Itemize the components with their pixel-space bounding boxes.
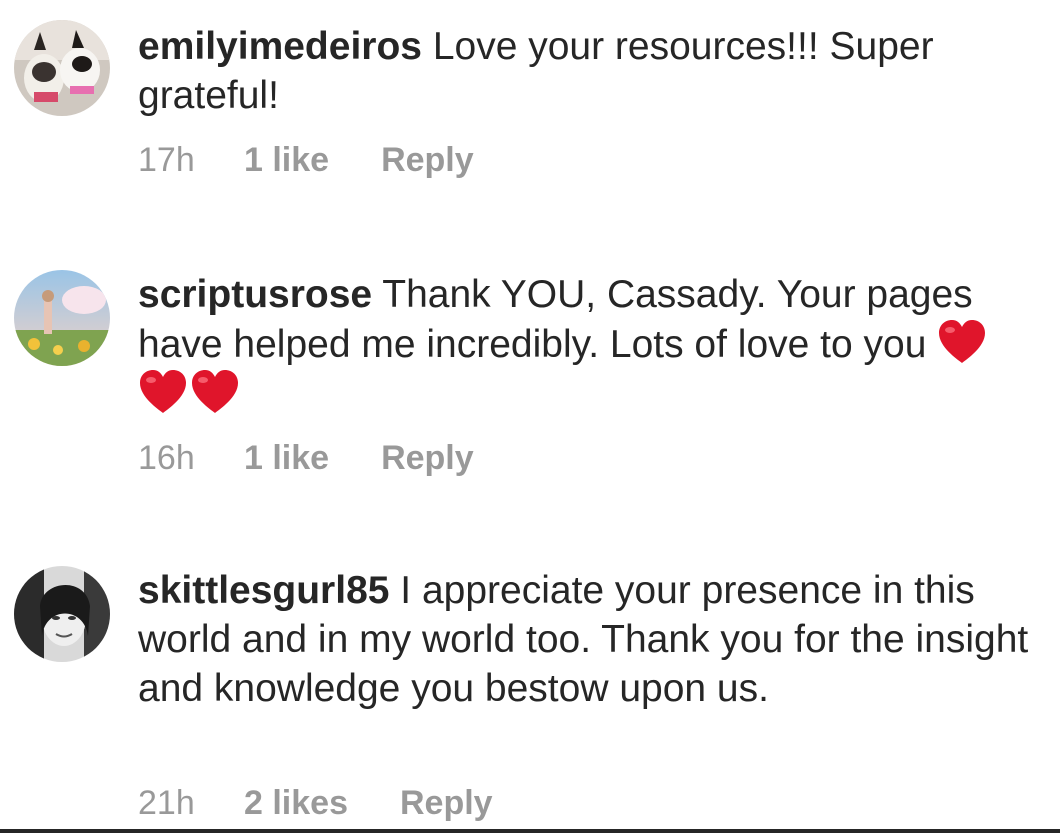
comment-username[interactable]: scriptusrose [138, 273, 372, 316]
comment-username[interactable]: emilyimedeiros [138, 25, 422, 68]
red-heart-icon [140, 370, 186, 413]
comment-text: skittlesgurl85 I appreciate your presenc… [138, 566, 1038, 713]
reply-button[interactable]: Reply [381, 438, 474, 478]
comment-timestamp: 16h [138, 439, 195, 477]
reply-button[interactable]: Reply [400, 783, 493, 823]
avatar-landscape-image [14, 270, 110, 366]
comment-likes[interactable]: 1 like [244, 438, 329, 478]
avatar[interactable] [14, 270, 110, 366]
comment-meta: 16h 1 like Reply [138, 438, 474, 478]
red-heart-icon [192, 370, 238, 413]
comment-timestamp: 21h [138, 784, 195, 822]
red-heart-icon [939, 320, 986, 363]
divider [0, 829, 1060, 833]
comment-text: emilyimedeiros Love your resources!!! Su… [138, 22, 1038, 120]
avatar[interactable] [14, 20, 110, 116]
reply-button[interactable]: Reply [381, 140, 474, 180]
comment-text: scriptusrose Thank YOU, Cassady. Your pa… [138, 270, 1038, 419]
avatar-portrait-image [14, 566, 110, 662]
comment-meta: 17h 1 like Reply [138, 140, 474, 180]
comment-likes[interactable]: 1 like [244, 140, 329, 180]
comment-meta: 21h 2 likes Reply [138, 783, 493, 823]
avatar[interactable] [14, 566, 110, 662]
comment-username[interactable]: skittlesgurl85 [138, 569, 389, 612]
avatar-dogs-image [14, 20, 110, 116]
comment-likes[interactable]: 2 likes [244, 783, 348, 823]
comment-timestamp: 17h [138, 141, 195, 179]
